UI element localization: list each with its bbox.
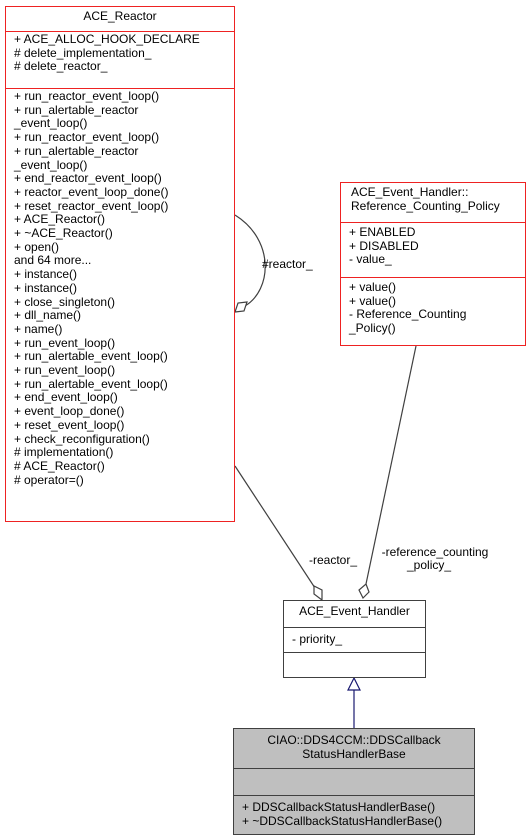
attribute: # delete_implementation_ <box>14 45 152 60</box>
method: + reactor_event_loop_done() <box>14 184 169 199</box>
method: + run_alertable_reactor <box>14 102 139 117</box>
method: + DDSCallbackStatusHandlerBase() <box>242 800 436 814</box>
method: + instance() <box>14 267 78 282</box>
class-title-line: ACE_Event_Handler:: <box>351 185 469 199</box>
self-reactor-edge <box>234 214 266 307</box>
class-reference-counting-policy[interactable]: ACE_Event_Handler:: Reference_Counting_P… <box>340 182 526 346</box>
ref-policy-label-line: _policy_ <box>407 558 452 572</box>
method: + end_reactor_event_loop() <box>14 171 162 186</box>
class-attributes: + ACE_ALLOC_HOOK_DECLARE # delete_implem… <box>6 31 234 88</box>
attribute: + ENABLED <box>349 225 416 239</box>
method: + reset_reactor_event_loop() <box>14 198 169 213</box>
method: + value() <box>349 280 397 294</box>
method: # operator=() <box>14 472 84 487</box>
more-methods-link[interactable]: and 64 more... <box>14 254 234 268</box>
method: _event_loop() <box>14 157 88 172</box>
method: # implementation() <box>14 445 114 460</box>
reactor-diamond <box>313 585 323 602</box>
method: + instance() <box>14 280 78 295</box>
method: + ~ACE_Reactor() <box>14 226 113 241</box>
attribute: + ACE_ALLOC_HOOK_DECLARE <box>14 32 200 46</box>
class-methods: + run_reactor_event_loop() + run_alertab… <box>6 88 234 487</box>
method: + end_event_loop() <box>14 390 118 405</box>
attribute: # delete_reactor_ <box>14 59 108 74</box>
class-title: ACE_Reactor <box>83 9 157 23</box>
method: + close_singleton() <box>14 294 116 309</box>
method: - Reference_Counting <box>349 307 467 322</box>
method: + run_alertable_event_loop() <box>14 376 168 391</box>
reactor-edge <box>234 465 316 589</box>
class-title-line: Reference_Counting_Policy <box>351 198 500 213</box>
method: + check_reconfiguration() <box>14 431 150 446</box>
method: + open() <box>14 239 60 254</box>
inheritance-arrowhead <box>347 676 361 691</box>
method: + run_reactor_event_loop() <box>14 130 160 145</box>
ref-policy-diamond <box>358 582 370 600</box>
method: _event_loop() <box>14 116 88 131</box>
method: + run_reactor_event_loop() <box>14 89 160 103</box>
method: + dll_name() <box>14 308 82 323</box>
method: + ACE_Reactor() <box>14 212 106 227</box>
method: + event_loop_done() <box>14 404 125 419</box>
class-ace-event-handler[interactable]: ACE_Event_Handler - priority_ <box>283 600 426 678</box>
method: + run_event_loop() <box>14 363 116 378</box>
attribute: - priority_ <box>292 632 343 646</box>
class-attributes <box>234 768 474 795</box>
self-reactor-diamond <box>234 301 248 313</box>
class-methods: + DDSCallbackStatusHandlerBase() + ~DDSC… <box>234 795 474 828</box>
attribute: + DISABLED <box>349 238 419 253</box>
self-reactor-label: #reactor_ <box>262 257 313 271</box>
method: + run_alertable_event_loop() <box>14 349 168 364</box>
class-dds-callback-status-handler-base[interactable]: CIAO::DDS4CCM::DDSCallback StatusHandler… <box>233 728 475 835</box>
ref-policy-label: -reference_counting _policy_ <box>377 546 493 572</box>
class-title-line: StatusHandlerBase <box>302 746 406 761</box>
class-attributes: + ENABLED + DISABLED - value_ <box>341 222 525 277</box>
class-methods <box>284 652 425 677</box>
class-title-line: CIAO::DDS4CCM::DDSCallback <box>267 733 441 747</box>
method: + value() <box>349 293 397 308</box>
method: + ~DDSCallbackStatusHandlerBase() <box>242 813 443 828</box>
class-title: ACE_Event_Handler <box>299 604 410 618</box>
class-ace-reactor[interactable]: ACE_Reactor + ACE_ALLOC_HOOK_DECLARE # d… <box>5 6 235 522</box>
method: + reset_event_loop() <box>14 417 125 432</box>
class-methods: + value() + value() - Reference_Counting… <box>341 277 525 336</box>
method: + name() <box>14 321 63 336</box>
reactor-label: -reactor_ <box>309 553 358 567</box>
class-title: ACE_Event_Handler:: Reference_Counting_P… <box>341 183 525 222</box>
attribute: - value_ <box>349 252 392 267</box>
method: + run_alertable_reactor <box>14 143 139 158</box>
method: + run_event_loop() <box>14 335 116 350</box>
class-attributes: - priority_ <box>284 627 425 652</box>
class-title: CIAO::DDS4CCM::DDSCallback StatusHandler… <box>234 729 474 768</box>
method: # ACE_Reactor() <box>14 458 105 473</box>
method: _Policy() <box>349 321 396 336</box>
